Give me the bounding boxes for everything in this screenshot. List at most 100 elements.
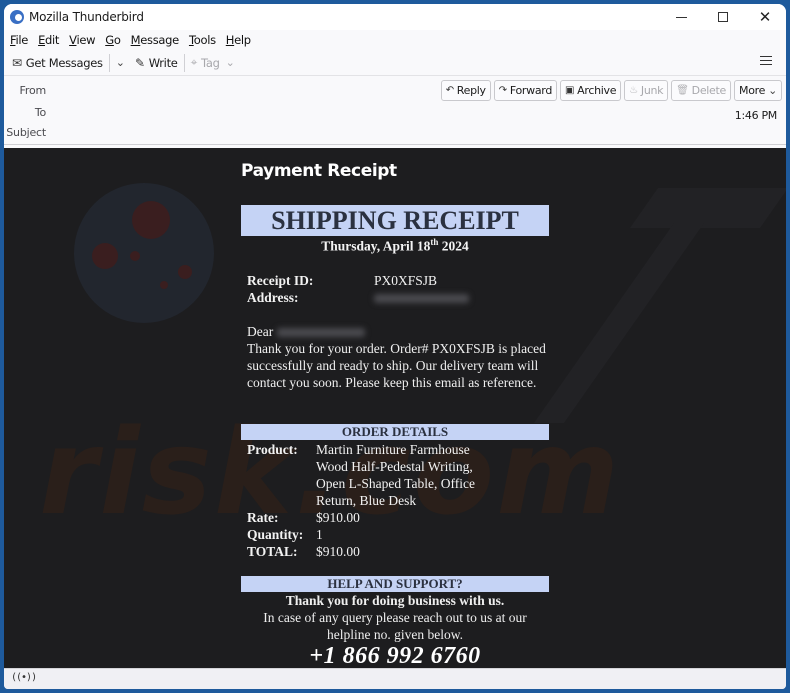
total-label-text: TOTAL: <box>247 544 298 559</box>
forward-label: Forward <box>509 84 552 97</box>
delete-button[interactable]: 🗑 Delete <box>671 80 731 101</box>
watermark-dot <box>132 201 170 239</box>
menu-message[interactable]: Message <box>130 33 180 47</box>
get-messages-button[interactable]: ✉ Get Messages <box>12 56 103 70</box>
menu-message-mnemonic: M <box>130 33 141 47</box>
menu-help-mnemonic: H <box>225 33 235 47</box>
watermark-dot <box>160 281 168 289</box>
message-time: 1:46 PM <box>734 109 778 122</box>
total-label: TOTAL: <box>247 543 298 560</box>
pencil-icon: ✎ <box>134 55 145 70</box>
menu-file[interactable]: File <box>10 33 28 47</box>
address-label: Address: <box>247 289 299 306</box>
minimize-button[interactable] <box>660 4 702 30</box>
trash-icon: 🗑 <box>676 85 689 96</box>
product-line: Open L-Shaped Table, Office <box>316 476 476 491</box>
thanks-line: Thank you for doing business with us. <box>285 593 505 608</box>
forward-icon: ↷ <box>498 85 507 96</box>
product-value: Martin Furniture Farmhouse Wood Half-Ped… <box>316 441 546 509</box>
watermark-dot <box>178 265 192 279</box>
app-menu-hamburger-icon[interactable] <box>760 56 772 68</box>
helpline-phone-number: +1 866 992 6760 <box>309 643 481 668</box>
receipt-date-main: Thursday, April 18 <box>321 238 431 254</box>
reply-button[interactable]: ↶ Reply <box>440 80 491 101</box>
quantity-label-text: Quantity: <box>247 527 304 542</box>
main-toolbar: ✉ Get Messages ⌄ ✎ Write ⌖ Tag ⌄ <box>4 50 786 76</box>
email-heading: Payment Receipt <box>241 161 397 181</box>
menu-tools[interactable]: Tools <box>189 33 216 47</box>
archive-label: Archive <box>577 84 617 97</box>
menu-view-label: iew <box>76 33 96 47</box>
message-body: risk.com Payment Receipt SHIPPING RECEIP… <box>4 148 786 668</box>
hamburger-line <box>760 64 772 65</box>
write-button[interactable]: ✎ Write <box>135 56 178 70</box>
tag-chevron-down-icon: ⌄ <box>225 56 235 69</box>
shipping-receipt-banner: SHIPPING RECEIPT <box>241 205 549 236</box>
query-line-1: In case of any query please reach out to… <box>263 610 527 625</box>
product-line: Return, Blue Desk <box>316 493 417 508</box>
menu-help[interactable]: Help <box>226 33 251 47</box>
minimize-icon <box>675 16 687 18</box>
product-label: Product: <box>247 441 298 458</box>
watermark-dot <box>92 243 118 269</box>
menu-go[interactable]: Go <box>105 33 121 47</box>
help-support-banner: HELP AND SUPPORT? <box>241 576 549 592</box>
thunderbird-logo-icon <box>10 10 24 24</box>
thunderbird-window: Mozilla Thunderbird ✕ File Edit View Go … <box>4 4 786 689</box>
window-controls: ✕ <box>660 4 786 30</box>
product-label-text: Product: <box>247 442 298 457</box>
write-label: Write <box>148 55 178 70</box>
menu-tools-label: ools <box>193 33 216 47</box>
close-button[interactable]: ✕ <box>744 4 786 30</box>
watermark-stroke <box>629 188 786 228</box>
receipt-id-label-text: Receipt ID: <box>247 273 314 288</box>
watermark-magnifier-icon <box>74 183 214 323</box>
menu-go-label: o <box>113 33 121 47</box>
title-bar: Mozilla Thunderbird ✕ <box>4 4 786 30</box>
toolbar-divider <box>108 53 110 72</box>
rate-label: Rate: <box>247 509 278 526</box>
archive-button[interactable]: ▣ Archive <box>560 80 622 101</box>
total-value: $910.00 <box>316 544 360 559</box>
menu-view[interactable]: View <box>69 33 95 47</box>
chevron-down-icon: ⌄ <box>768 84 777 97</box>
tag-icon: ⌖ <box>190 55 198 69</box>
delete-label: Delete <box>691 84 727 97</box>
receipt-id-value: PX0XFSJB <box>374 273 438 288</box>
quantity-value: 1 <box>316 527 323 542</box>
envelope-download-icon: ✉ <box>12 55 22 70</box>
menu-message-label: essage <box>140 33 179 47</box>
close-icon: ✕ <box>758 8 772 26</box>
message-header: From To Subject ↶ Reply ↷ Forward ▣ Arch… <box>4 76 786 145</box>
menu-edit[interactable]: Edit <box>38 33 59 47</box>
redacted-address <box>374 294 469 304</box>
menu-help-label: elp <box>234 33 251 47</box>
reply-label: Reply <box>456 84 486 97</box>
archive-box-icon: ▣ <box>565 85 575 96</box>
message-actions: ↶ Reply ↷ Forward ▣ Archive ♨ Junk 🗑 Del… <box>438 80 782 101</box>
tag-label: Tag <box>201 55 220 70</box>
receipt-id-label: Receipt ID: <box>247 272 313 289</box>
maximize-button[interactable] <box>702 4 744 30</box>
rate-label-text: Rate: <box>247 510 279 525</box>
reply-icon: ↶ <box>445 85 454 96</box>
menu-file-label: ile <box>15 33 29 47</box>
rate-value: $910.00 <box>316 510 360 525</box>
greeting: Dear <box>247 323 365 340</box>
tag-button[interactable]: ⌖ Tag ⌄ <box>191 55 235 70</box>
order-message: Thank you for your order. Order# PX0XFSJ… <box>247 341 546 390</box>
hamburger-line <box>760 56 772 57</box>
more-button[interactable]: More ⌄ <box>734 80 782 101</box>
get-messages-dropdown-chevron-icon[interactable]: ⌄ <box>116 56 125 69</box>
watermark-stroke <box>533 223 705 423</box>
subject-label: Subject <box>6 126 46 139</box>
address-label-text: Address: <box>247 290 299 305</box>
maximize-icon <box>718 12 728 22</box>
forward-button[interactable]: ↷ Forward <box>493 80 557 101</box>
connection-status-icon[interactable]: ((•)) <box>11 672 37 683</box>
window-title: Mozilla Thunderbird <box>29 10 144 24</box>
status-bar: ((•)) <box>4 668 786 689</box>
redacted-recipient <box>276 328 365 338</box>
junk-label: Junk <box>640 84 664 97</box>
junk-button[interactable]: ♨ Junk <box>624 80 669 101</box>
